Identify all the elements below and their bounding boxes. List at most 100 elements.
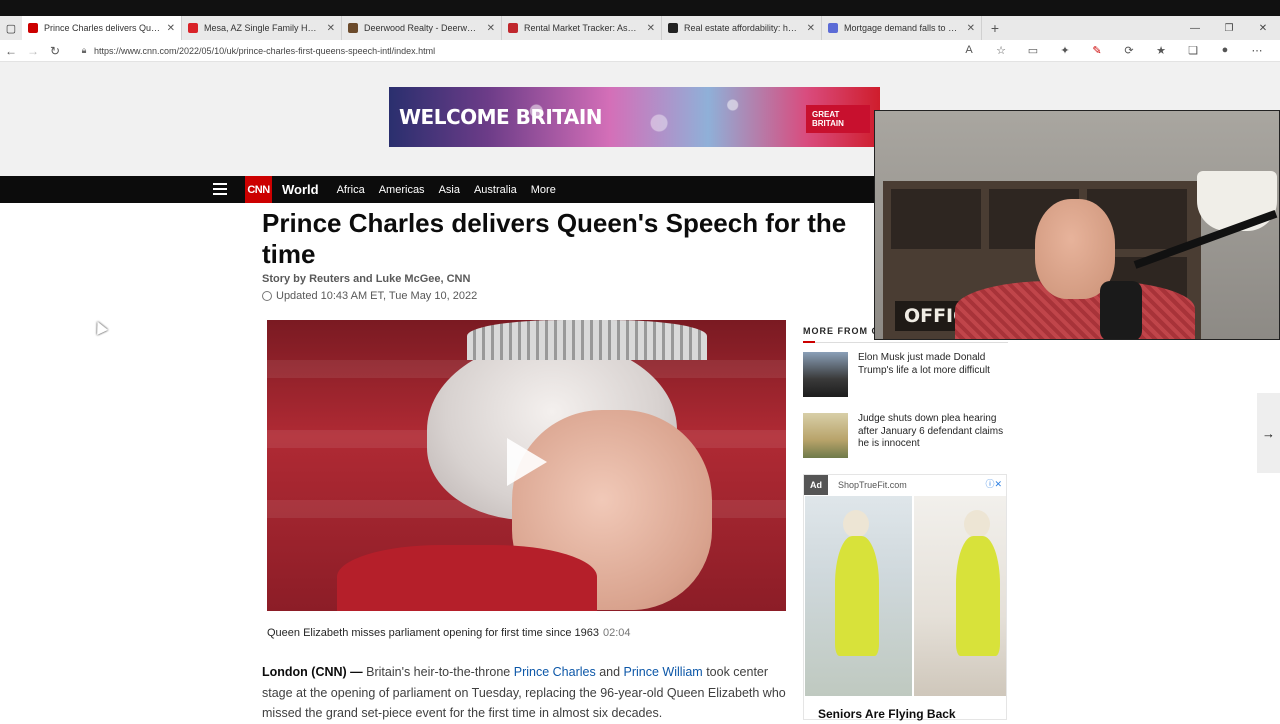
- nav-link-australia[interactable]: Australia: [474, 184, 517, 196]
- browser-tab[interactable]: Mesa, AZ Single Family Homes f ✕: [182, 16, 342, 40]
- article-byline: Story by Reuters and Luke McGee, CNN: [262, 273, 471, 285]
- new-tab-button[interactable]: +: [982, 16, 1008, 40]
- address-bar-row: ← → ↻ 🔒︎ https://www.cnn.com/2022/05/10/…: [0, 40, 1280, 62]
- red-dress: [337, 545, 597, 611]
- nav-link-more[interactable]: More: [531, 184, 556, 196]
- sidebar-item[interactable]: Elon Musk just made Donald Trump's life …: [803, 352, 1008, 397]
- dateline: London (CNN) —: [262, 665, 363, 679]
- video-player[interactable]: [267, 320, 786, 611]
- microphone: [1100, 281, 1142, 339]
- woman-head: [843, 510, 869, 538]
- article-paragraph: London (CNN) — Britain's heir-to-the-thr…: [262, 662, 792, 724]
- tab-favicon-icon: [348, 23, 358, 33]
- read-aloud-icon[interactable]: A: [954, 44, 984, 57]
- more-icon[interactable]: ⋯: [1242, 44, 1272, 57]
- headline-text: Prince Charles delivers Queen's Speech f…: [262, 208, 847, 269]
- minimize-icon[interactable]: —: [1178, 16, 1212, 40]
- sidebar-ad[interactable]: Ad ShopTrueFit.com ⓘ✕ Seniors Are Flying…: [803, 474, 1007, 721]
- tab-favicon-icon: [508, 23, 518, 33]
- tab-favicon-icon: [828, 23, 838, 33]
- tab-actions-icon[interactable]: ▢: [0, 16, 22, 40]
- tab-close-icon[interactable]: ✕: [807, 23, 815, 34]
- sidebar-item-title: Judge shuts down plea hearing after Janu…: [858, 413, 1004, 449]
- collections-icon[interactable]: ❏: [1178, 44, 1208, 57]
- tab-favicon-icon: [28, 23, 38, 33]
- sidebar-item-title: Elon Musk just made Donald Trump's life …: [858, 352, 990, 376]
- video-duration: 02:04: [603, 627, 631, 639]
- tab-title: Prince Charles delivers Queen's S: [44, 23, 161, 33]
- video-caption: Queen Elizabeth misses parliament openin…: [267, 627, 631, 639]
- next-arrow-icon[interactable]: →: [1257, 393, 1280, 473]
- section-nav: World Africa Americas Asia Australia More: [282, 176, 556, 203]
- tab-title: Mortgage demand falls to nearly: [844, 23, 961, 33]
- shelf-cell: [891, 189, 981, 249]
- nav-link-africa[interactable]: Africa: [337, 184, 365, 196]
- body-and: and: [595, 665, 624, 679]
- tab-close-icon[interactable]: ✕: [167, 23, 175, 34]
- welcome-britain-ad[interactable]: WELCOME BRITAIN GREAT BRITAIN: [389, 87, 880, 147]
- webcam-overlay: OFFICE: [874, 110, 1280, 340]
- os-top-bar: [0, 0, 1280, 16]
- tab-title: Rental Market Tracker: Asking Re: [524, 23, 641, 33]
- url-text: https://www.cnn.com/2022/05/10/uk/prince…: [94, 45, 436, 56]
- browser-tab[interactable]: Prince Charles delivers Queen's S ✕: [22, 16, 182, 40]
- clock-icon: [262, 291, 272, 301]
- menu-icon[interactable]: [213, 183, 227, 198]
- ad-source[interactable]: ShopTrueFit.com: [838, 480, 907, 490]
- body-text-1: Britain's heir-to-the-throne: [362, 665, 514, 679]
- browser-tab[interactable]: Real estate affordability: homeb ✕: [662, 16, 822, 40]
- refresh-icon[interactable]: ↻: [44, 44, 66, 58]
- sidebar-thumbnail: [803, 413, 848, 458]
- updated-text: Updated 10:43 AM ET, Tue May 10, 2022: [276, 290, 478, 302]
- browser-tab-strip: ▢ Prince Charles delivers Queen's S✕Mesa…: [0, 16, 1280, 40]
- url-field[interactable]: 🔒︎ https://www.cnn.com/2022/05/10/uk/pri…: [74, 41, 954, 60]
- lamp: [1197, 171, 1277, 231]
- pen-icon[interactable]: ✎: [1082, 44, 1112, 57]
- ad-tag: Ad: [804, 475, 828, 495]
- favorite-icon[interactable]: ☆: [986, 44, 1016, 57]
- tab-title: Mesa, AZ Single Family Homes f: [204, 23, 321, 33]
- browser-tab[interactable]: Deerwood Realty - Deerwood Dr ✕: [342, 16, 502, 40]
- tab-title: Deerwood Realty - Deerwood Dr: [364, 23, 481, 33]
- ad-image-right: [914, 496, 1006, 696]
- close-window-icon[interactable]: ✕: [1246, 16, 1280, 40]
- play-icon[interactable]: [507, 438, 547, 486]
- mouse-cursor-icon: [92, 319, 108, 335]
- woman-head: [964, 510, 990, 538]
- tiara: [467, 320, 707, 360]
- sidebar-item[interactable]: Judge shuts down plea hearing after Janu…: [803, 413, 1008, 458]
- tab-close-icon[interactable]: ✕: [647, 23, 655, 34]
- browser-toolbar: A ☆ ▭ ✦ ✎ ⟳ ★ ❏ ● ⋯: [954, 44, 1280, 57]
- browser-tab[interactable]: Mortgage demand falls to nearly ✕: [822, 16, 982, 40]
- nav-link-asia[interactable]: Asia: [439, 184, 460, 196]
- tab-close-icon[interactable]: ✕: [487, 23, 495, 34]
- lock-icon[interactable]: 🔒︎: [74, 45, 94, 56]
- tab-title: Real estate affordability: homeb: [684, 23, 801, 33]
- profile-icon[interactable]: ●: [1210, 44, 1240, 57]
- back-icon[interactable]: ←: [0, 44, 22, 58]
- tab-close-icon[interactable]: ✕: [967, 23, 975, 34]
- favorites-icon[interactable]: ★: [1146, 44, 1176, 57]
- great-britain-badge: GREAT BRITAIN: [806, 105, 870, 133]
- ad-close-icon[interactable]: ⓘ✕: [985, 477, 1002, 490]
- sidebar-rule: [803, 341, 1008, 343]
- screenshot-icon[interactable]: ▭: [1018, 44, 1048, 57]
- link-prince-charles[interactable]: Prince Charles: [514, 665, 596, 679]
- sidebar-heading: MORE FROM C: [803, 326, 879, 336]
- tab-favicon-icon: [668, 23, 678, 33]
- cnn-logo[interactable]: CNN: [245, 176, 272, 203]
- article-headline: Prince Charles delivers Queen's Speech f…: [262, 208, 882, 270]
- maximize-icon[interactable]: ❐: [1212, 16, 1246, 40]
- forward-icon[interactable]: →: [22, 44, 44, 58]
- sync-icon[interactable]: ⟳: [1114, 44, 1144, 57]
- tab-close-icon[interactable]: ✕: [327, 23, 335, 34]
- ad-image-left: [805, 496, 912, 696]
- nav-link-americas[interactable]: Americas: [379, 184, 425, 196]
- link-prince-william[interactable]: Prince William: [624, 665, 703, 679]
- window-controls: — ❐ ✕: [1178, 16, 1280, 40]
- extension-icon[interactable]: ✦: [1050, 44, 1080, 57]
- caption-text: Queen Elizabeth misses parliament openin…: [267, 627, 600, 639]
- nav-section-world[interactable]: World: [282, 182, 319, 197]
- tab-favicon-icon: [188, 23, 198, 33]
- browser-tab[interactable]: Rental Market Tracker: Asking Re ✕: [502, 16, 662, 40]
